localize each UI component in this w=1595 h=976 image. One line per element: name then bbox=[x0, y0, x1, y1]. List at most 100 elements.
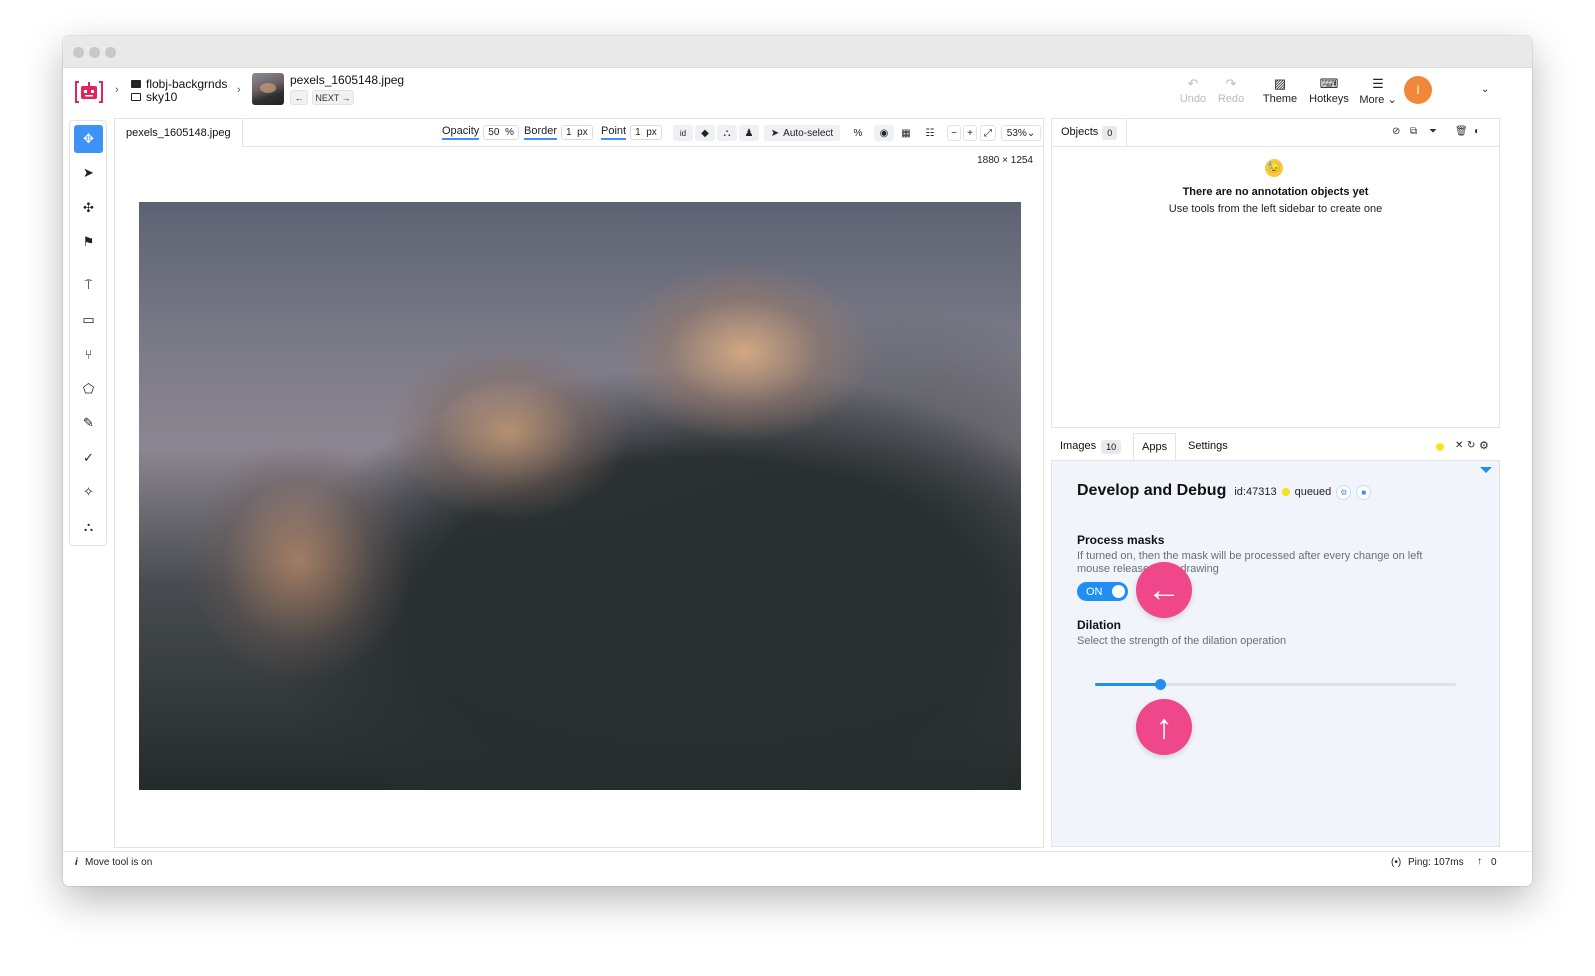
annotation-image[interactable] bbox=[139, 202, 1021, 790]
breadcrumb-project[interactable]: flobj-backgrnds bbox=[131, 77, 227, 91]
zoom-in-button[interactable]: + bbox=[963, 125, 977, 141]
objects-panel: Objects 0 ⊘ ⧉ ⏷ 🗑 ◐ 😓 There are no annot… bbox=[1051, 118, 1500, 428]
brush-tool-icon[interactable]: ✎ bbox=[74, 409, 103, 437]
point-input[interactable]: 1 px bbox=[630, 125, 662, 140]
breadcrumb-separator-icon: › bbox=[237, 84, 241, 96]
bottom-tabs: Images 10 Apps Settings ✕ ↻ ⚙ bbox=[1051, 433, 1500, 460]
drag-tool-icon[interactable]: ✣ bbox=[74, 194, 103, 222]
gear-icon[interactable]: ⚙ bbox=[1479, 439, 1489, 452]
polygon-tool-icon[interactable]: ⬠ bbox=[74, 375, 103, 403]
breadcrumb-separator-icon: › bbox=[115, 84, 119, 96]
app-stop-icon[interactable]: ■ bbox=[1356, 484, 1372, 500]
project-name[interactable]: flobj-backgrnds bbox=[146, 77, 227, 91]
arrow-up-icon: ↑ bbox=[1136, 699, 1192, 755]
palette-icon[interactable]: ◉ bbox=[874, 125, 894, 141]
copy-icon[interactable]: ⧉ bbox=[1410, 126, 1417, 137]
app-logo-icon[interactable] bbox=[73, 76, 105, 108]
point-label: Point bbox=[601, 125, 627, 140]
collapse-triangle-icon[interactable] bbox=[1480, 467, 1492, 473]
show-id-button[interactable]: id bbox=[673, 125, 693, 141]
adjustments-icon[interactable]: ☷ bbox=[920, 125, 940, 141]
more-button[interactable]: ☰ More ⌄ bbox=[1356, 76, 1400, 107]
refresh-icon[interactable]: ↻ bbox=[1467, 440, 1475, 451]
arrow-left-icon: ← bbox=[1136, 562, 1192, 618]
tab-apps[interactable]: Apps bbox=[1133, 433, 1177, 460]
graph-tool-icon[interactable]: ⛬ bbox=[74, 513, 103, 541]
images-tab-label: Images bbox=[1060, 440, 1097, 452]
objects-count-badge: 0 bbox=[1102, 125, 1118, 140]
keypoint-tool-icon[interactable]: ⍑ bbox=[74, 271, 103, 299]
window-zoom-dot[interactable] bbox=[105, 47, 116, 58]
hide-objects-icon[interactable]: ⊘ bbox=[1392, 126, 1400, 137]
user-icon[interactable]: ♟ bbox=[739, 125, 759, 141]
tag-icon[interactable]: ◆ bbox=[695, 125, 715, 141]
top-header: › flobj-backgrnds sky10 › pexels_1605148… bbox=[63, 68, 1532, 116]
app-meta: id:47313 queued ⚙ ■ bbox=[1234, 484, 1372, 500]
visibility-off-icon[interactable]: ◐ bbox=[1474, 126, 1480, 137]
border-input[interactable]: 1 px bbox=[561, 125, 593, 140]
eraser-tool-icon[interactable]: ✓ bbox=[74, 444, 103, 472]
trash-icon[interactable]: 🗑 bbox=[1455, 126, 1468, 137]
checkerboard-icon[interactable]: ▦ bbox=[896, 125, 916, 141]
chevron-down-icon: ⌄ bbox=[1384, 94, 1397, 106]
image-tab[interactable]: pexels_1605148.jpeg bbox=[115, 119, 243, 147]
app-settings-gear-icon[interactable]: ⚙ bbox=[1336, 484, 1352, 500]
point-value[interactable]: 1 bbox=[635, 127, 641, 138]
close-icon[interactable]: ✕ bbox=[1455, 440, 1463, 451]
folder-icon bbox=[131, 80, 141, 88]
filter-icon[interactable]: ⏷ bbox=[1429, 126, 1437, 137]
fit-screen-icon[interactable]: ⤢ bbox=[980, 125, 996, 141]
redo-button[interactable]: ↷ Redo bbox=[1209, 77, 1253, 106]
hotkeys-label: Hotkeys bbox=[1309, 93, 1349, 105]
auto-select-button[interactable]: ➤ Auto-select bbox=[764, 125, 840, 141]
ping-status: Ping: 107ms bbox=[1408, 857, 1464, 868]
next-image-button[interactable]: NEXT → bbox=[312, 90, 354, 105]
status-bar: i Move tool is on (•) Ping: 107ms ↑ 0 bbox=[63, 851, 1532, 873]
hotkeys-button[interactable]: ⌨ Hotkeys bbox=[1307, 77, 1351, 106]
app-header: Develop and Debug id:47313 queued ⚙ ■ bbox=[1077, 482, 1372, 500]
dilation-title: Dilation bbox=[1077, 618, 1121, 632]
tab-settings[interactable]: Settings bbox=[1188, 433, 1228, 460]
menu-icon: ☰ bbox=[1372, 76, 1384, 91]
connection-icon: (•) bbox=[1391, 857, 1402, 868]
flag-tool-icon[interactable]: ⚑ bbox=[74, 228, 103, 256]
objects-tab[interactable]: Objects 0 bbox=[1052, 119, 1128, 146]
info-icon: i bbox=[75, 857, 78, 868]
prev-image-button[interactable]: ← bbox=[290, 90, 308, 105]
window-minimize-dot[interactable] bbox=[89, 47, 100, 58]
zoom-select[interactable]: 53% ⌄ bbox=[1001, 125, 1041, 141]
zoom-value: 53% bbox=[1006, 127, 1027, 139]
polyline-tool-icon[interactable]: ⑂ bbox=[74, 340, 103, 368]
process-masks-toggle[interactable]: ON bbox=[1077, 582, 1128, 601]
chevron-down-icon: ⌄ bbox=[1026, 127, 1036, 139]
opacity-input[interactable]: 50 % bbox=[483, 125, 519, 140]
pointer-tool-icon[interactable]: ➤ bbox=[74, 159, 103, 187]
process-masks-title: Process masks bbox=[1077, 533, 1165, 547]
opacity-value[interactable]: 50 bbox=[488, 127, 499, 138]
rectangle-tool-icon[interactable]: ▭ bbox=[74, 306, 103, 334]
class-icon[interactable]: ⛬ bbox=[717, 125, 737, 141]
tab-images[interactable]: Images 10 bbox=[1060, 433, 1122, 460]
breadcrumb-dataset[interactable]: sky10 bbox=[131, 90, 177, 104]
zoom-out-button[interactable]: − bbox=[947, 125, 961, 141]
dataset-folder-icon bbox=[131, 93, 141, 101]
empty-state-title: There are no annotation objects yet bbox=[1182, 186, 1369, 198]
point-unit: px bbox=[646, 127, 657, 138]
opacity-label: Opacity bbox=[442, 125, 480, 140]
move-tool-icon[interactable]: ✥ bbox=[74, 125, 103, 153]
objects-tab-label: Objects bbox=[1061, 126, 1099, 138]
magic-wand-tool-icon[interactable]: ✧ bbox=[74, 478, 103, 506]
theme-button[interactable]: ▨ Theme bbox=[1258, 77, 1302, 106]
avatar[interactable]: I bbox=[1404, 76, 1432, 104]
dataset-name[interactable]: sky10 bbox=[146, 90, 177, 104]
border-unit: px bbox=[577, 127, 588, 138]
redo-label: Redo bbox=[1217, 93, 1245, 105]
dilation-slider[interactable] bbox=[1095, 679, 1456, 690]
percent-icon[interactable]: % bbox=[848, 125, 868, 141]
window-close-dot[interactable] bbox=[73, 47, 84, 58]
border-control: Border 1 px bbox=[524, 125, 593, 140]
border-label: Border bbox=[524, 125, 558, 140]
dilation-slider-handle[interactable] bbox=[1154, 679, 1166, 690]
border-value[interactable]: 1 bbox=[566, 127, 572, 138]
account-chevron-down-icon[interactable]: ⌄ bbox=[1481, 84, 1489, 95]
